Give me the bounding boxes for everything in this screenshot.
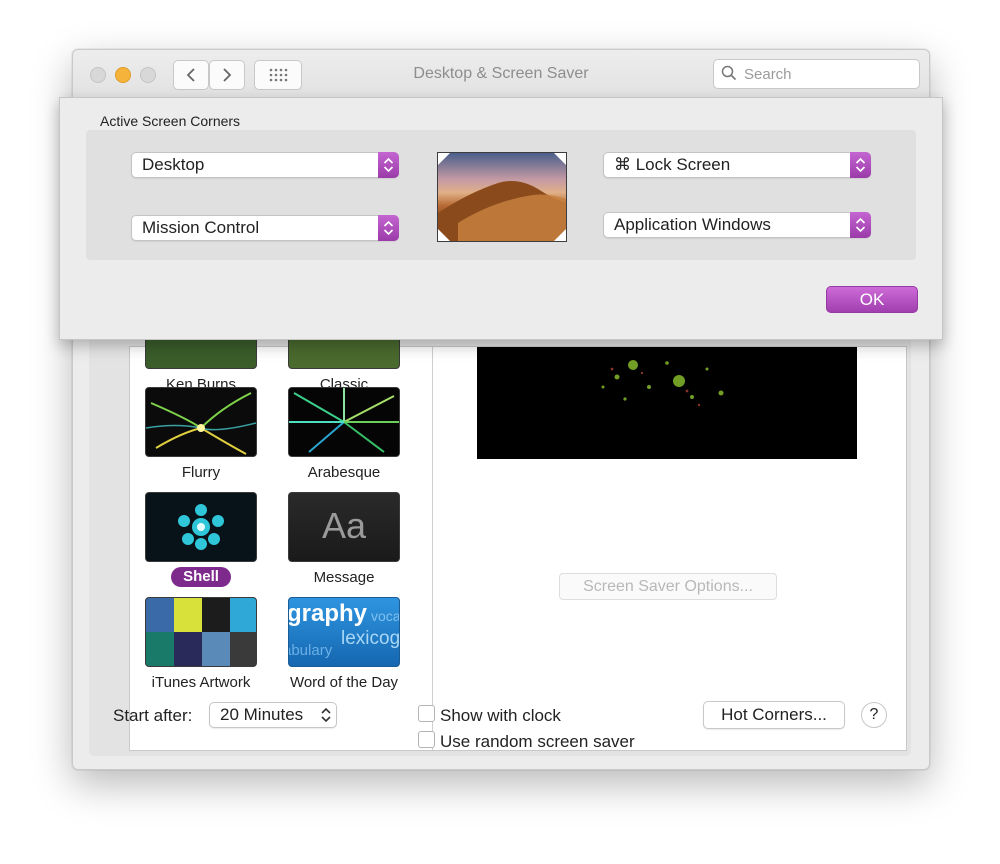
ok-button[interactable]: OK [826,286,918,313]
popup-stepper [378,152,399,178]
list-item-label: iTunes Artwork [151,674,251,691]
screen-saver-options-button[interactable]: Screen Saver Options... [559,573,777,600]
wotd-text-3: lexicog [341,628,399,649]
corners-area: Desktop Mission Control ⌘ Lock Screen Ap… [86,130,916,260]
help-button[interactable]: ? [861,702,887,728]
message-thumbnail: Aa [288,492,400,562]
bottom-controls: Start after: 20 Minutes Show with clock … [73,698,929,758]
updown-arrows-icon [321,707,331,723]
search-input[interactable] [742,63,916,85]
updown-arrows-icon [855,157,866,173]
word-of-the-day-thumbnail: graphy voca lexicog abulary [288,597,400,667]
hot-corners-sheet: Active Screen Corners Desktop Mission Co… [59,97,943,340]
list-item[interactable]: iTunes Artwork [145,597,257,693]
hot-corners-button[interactable]: Hot Corners... [703,701,845,729]
desktop-preview-thumbnail [437,152,567,242]
list-item-label: Arabesque [307,464,381,481]
search-icon [721,65,737,81]
shell-thumbnail [145,492,257,562]
sheet-title: Active Screen Corners [100,113,241,129]
list-item[interactable]: Flurry [145,387,257,483]
top-right-corner-value: ⌘ Lock Screen [614,155,731,174]
use-random-checkbox[interactable] [418,731,435,748]
bottom-right-corner-value: Application Windows [614,215,771,234]
title-bar: Desktop & Screen Saver [73,50,929,99]
list-item[interactable]: graphy voca lexicog abulary Word of the … [288,597,400,693]
show-with-clock-checkbox[interactable] [418,705,435,722]
wotd-text-4: abulary [289,642,333,659]
search-field[interactable] [713,59,920,89]
bottom-left-corner-value: Mission Control [142,218,260,237]
top-right-corner-popup[interactable]: ⌘ Lock Screen [603,152,871,178]
arabesque-thumbnail [288,387,400,457]
itunes-artwork-thumbnail [145,597,257,667]
wotd-text-1: graphy [289,600,368,627]
updown-arrows-icon [855,217,866,233]
popup-stepper [850,152,871,178]
flurry-thumbnail [145,387,257,457]
preview-area: Screen Saver Options... [433,347,906,750]
list-item[interactable]: Arabesque [288,387,400,483]
start-after-value: 20 Minutes [220,705,304,724]
list-item-selected[interactable]: Shell [145,492,257,587]
screen-saver-preview [477,347,857,459]
popup-stepper [850,212,871,238]
top-left-corner-value: Desktop [142,155,205,174]
screen-saver-panel: Ken Burns Classic Flurry Arabesque Shell… [129,299,907,751]
updown-arrows-icon [383,157,394,173]
list-item-label: Word of the Day [289,674,399,691]
bottom-right-corner-popup[interactable]: Application Windows [603,212,871,238]
start-after-popup[interactable]: 20 Minutes [209,702,337,728]
updown-arrows-icon [383,220,394,236]
top-left-corner-popup[interactable]: Desktop [131,152,399,178]
list-item-label: Message [313,569,375,586]
start-after-label: Start after: [113,706,193,725]
use-random-label: Use random screen saver [440,732,635,751]
wotd-text-2: voca [371,608,399,624]
show-with-clock-label: Show with clock [440,706,561,725]
screen-saver-list[interactable]: Ken Burns Classic Flurry Arabesque Shell… [130,299,433,750]
list-item-label: Flurry [181,464,221,481]
message-thumbnail-text: Aa [289,493,399,561]
list-item-label: Shell [171,567,231,587]
bottom-left-corner-popup[interactable]: Mission Control [131,215,399,241]
popup-stepper [378,215,399,241]
list-item[interactable]: Aa Message [288,492,400,588]
